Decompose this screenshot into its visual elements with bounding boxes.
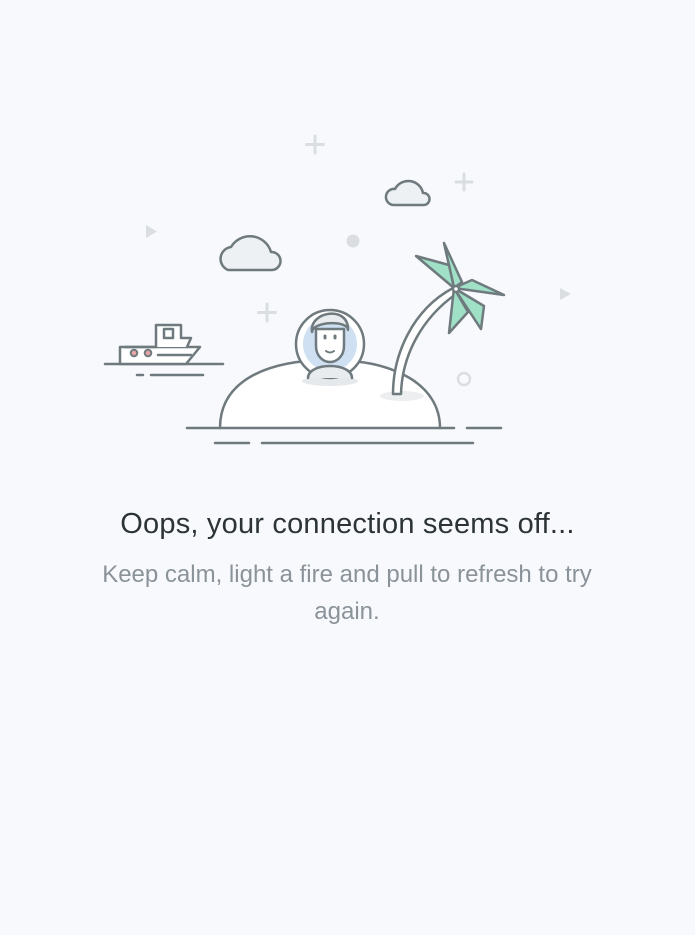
sparkle-icon [454,172,474,192]
sparkle-icon [305,134,325,155]
offline-screen[interactable]: Oops, your connection seems off... Keep … [0,0,695,935]
triangle-icon [560,288,571,300]
empty-state-message: Keep calm, light a fire and pull to refr… [102,561,592,625]
sparkle-icon [257,302,277,323]
boat-icon [103,323,225,377]
cloud-icon [384,179,431,207]
offline-illustration [103,134,571,445]
empty-state-title: Oops, your connection seems off... [120,508,575,540]
cloud-icon [219,235,282,272]
palm-tree-icon [380,241,506,401]
ring-icon [456,371,472,387]
triangle-icon [146,225,157,238]
dot-icon [346,234,360,248]
